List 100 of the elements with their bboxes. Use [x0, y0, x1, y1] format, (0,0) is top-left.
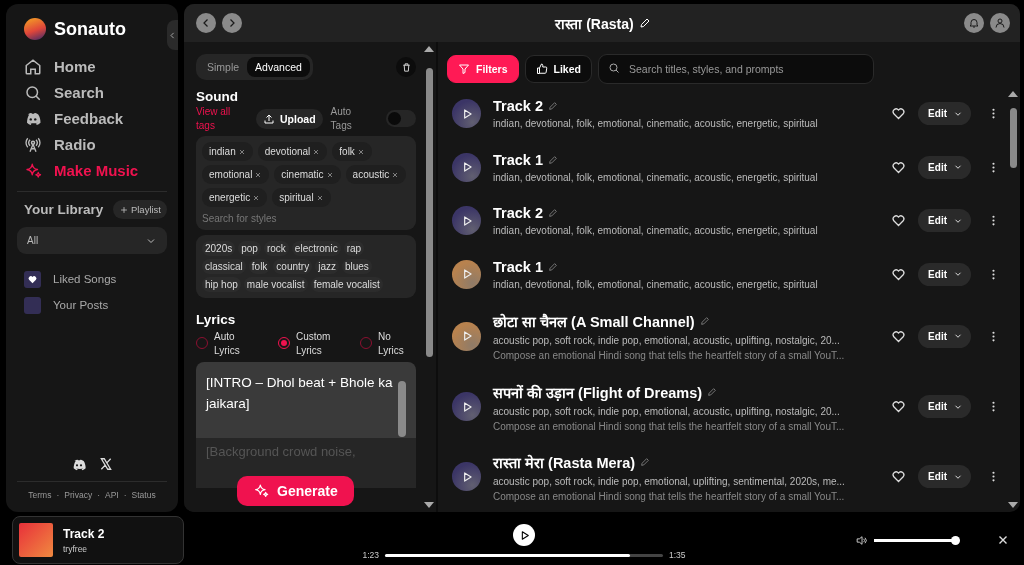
auto-tags-toggle[interactable] [386, 110, 416, 127]
play-button[interactable] [452, 321, 481, 351]
edit-button[interactable]: Edit [918, 262, 971, 286]
style-tag[interactable]: energetic [202, 188, 268, 207]
upload-button[interactable]: Upload [256, 108, 323, 129]
suggested-tag[interactable]: rock [263, 241, 289, 256]
mode-tab[interactable]: Advanced [247, 57, 310, 77]
remove-icon [315, 193, 324, 202]
play-button[interactable] [452, 99, 481, 129]
like-button[interactable] [891, 266, 907, 282]
search-field[interactable]: Search titles, styles, and prompts [597, 54, 874, 84]
edit-button[interactable]: Edit [918, 465, 971, 489]
like-button[interactable] [891, 328, 907, 344]
suggested-tag[interactable]: blues [341, 259, 372, 274]
footer-link[interactable]: Privacy [64, 490, 93, 500]
view-all-tags-link[interactable]: View all tags [196, 105, 250, 132]
play-button[interactable] [452, 152, 481, 182]
footer-link[interactable]: API [105, 490, 119, 500]
lyrics-option[interactable]: Auto Lyrics [196, 330, 252, 358]
mode-tab[interactable]: Simple [199, 57, 248, 77]
suggested-tag[interactable]: rap [343, 241, 365, 256]
footer-link[interactable]: Terms [28, 490, 52, 500]
style-tag[interactable]: devotional [257, 142, 328, 161]
generate-button[interactable]: Generate [237, 476, 354, 506]
like-button[interactable] [891, 399, 907, 415]
like-button[interactable] [891, 469, 907, 485]
forward-button[interactable] [222, 13, 242, 33]
library-item-label: Liked Songs [53, 273, 117, 285]
suggested-tag[interactable]: 2020s [202, 241, 236, 256]
library-filter-select[interactable]: All [17, 227, 167, 254]
play-button[interactable] [452, 392, 481, 422]
suggested-tag[interactable]: jazz [315, 259, 339, 274]
collapse-button[interactable] [167, 20, 178, 50]
elapsed-time: 1:23 [362, 550, 379, 560]
now-playing-artist: tryfree [63, 543, 89, 554]
library-item[interactable]: Liked Songs [24, 270, 167, 288]
footer-link[interactable]: Status [131, 490, 156, 500]
style-tag[interactable]: cinematic [274, 165, 341, 184]
style-tag[interactable]: acoustic [345, 165, 407, 184]
heart-icon [891, 469, 907, 485]
filter-button[interactable]: Filters [447, 55, 519, 83]
nav-item[interactable]: Radio [24, 134, 167, 155]
like-button[interactable] [891, 213, 907, 229]
volume-knob[interactable] [951, 535, 960, 545]
edit-button[interactable]: Edit [918, 102, 971, 126]
edit-button[interactable]: Edit [918, 324, 971, 348]
suggested-tag[interactable]: hip hop [202, 277, 241, 292]
nav-item[interactable]: Search [24, 82, 167, 103]
like-button[interactable] [891, 106, 907, 122]
nav-item[interactable]: Home [24, 56, 167, 77]
suggested-tag[interactable]: female vocalist [310, 277, 383, 292]
suggested-tag[interactable]: folk [248, 259, 271, 274]
now-playing-card[interactable]: Track 2 tryfree [12, 516, 184, 564]
track-tags: acoustic pop, soft rock, indie pop, emotional, uplifting, sentimental, 2020s, me... [493, 475, 880, 487]
edit-button[interactable]: Edit [918, 209, 971, 233]
nav-label: Search [54, 84, 105, 101]
section-title: Sound [196, 89, 239, 104]
filter-icon [458, 63, 470, 75]
new-playlist-button[interactable]: Playlist [112, 200, 167, 219]
suggested-tag[interactable]: classical [202, 259, 246, 274]
auto-tags-label: Auto Tags [330, 105, 353, 132]
profile-button[interactable] [990, 13, 1010, 33]
remove-icon [391, 170, 400, 179]
track-title: छोटा सा चैनल (A Small Channel) [493, 312, 695, 332]
play-button[interactable] [452, 462, 481, 492]
upload-icon [263, 112, 275, 125]
suggested-tag[interactable]: country [273, 259, 313, 274]
edit-button[interactable]: Edit [918, 155, 971, 179]
pencil-icon [548, 154, 558, 165]
lyrics-option[interactable]: No Lyrics [360, 330, 416, 358]
pencil-icon [548, 101, 558, 112]
play-button[interactable] [513, 524, 535, 546]
filter-button[interactable]: Liked [524, 55, 592, 83]
style-tag[interactable]: indian [202, 142, 253, 161]
style-tag[interactable]: emotional [202, 165, 270, 184]
chevron-left-icon [168, 30, 177, 40]
lyrics-option[interactable]: Custom Lyrics [278, 330, 334, 358]
logo-icon [24, 18, 46, 40]
progress-fill[interactable] [385, 553, 630, 557]
nav-item[interactable]: Feedback [24, 108, 167, 129]
library-item[interactable]: Your Posts [24, 296, 167, 314]
play-button[interactable] [452, 259, 481, 289]
play-button[interactable] [452, 206, 481, 236]
suggested-tag[interactable]: pop [238, 241, 261, 256]
nav-item[interactable]: Make Music [24, 160, 167, 181]
lyrics-field[interactable]: [INTRO – Dhol beat + Bhole ka jaikara] [196, 362, 416, 438]
track-title: Track 2 [493, 98, 543, 115]
style-tag[interactable]: spiritual [272, 188, 331, 207]
track-title: रास्ता मेरा (Rasta Mera) [493, 453, 636, 472]
option-label: Custom Lyrics [296, 330, 332, 358]
notifications-button[interactable] [964, 13, 984, 33]
style-tag[interactable]: folk [332, 142, 372, 161]
delete-button[interactable] [396, 57, 416, 77]
suggested-tag[interactable]: male vocalist [243, 277, 308, 292]
suggested-tag[interactable]: electronic [291, 241, 341, 256]
like-button[interactable] [891, 159, 907, 175]
edit-button[interactable]: Edit [918, 395, 971, 419]
back-button[interactable] [196, 13, 216, 33]
track-tags: acoustic pop, soft rock, indie pop, emotional, acoustic, uplifting, nostalgic, 20... [493, 405, 880, 417]
style-tags-field[interactable]: indian devotional folk emotional cinematic acoustic energetic spiritual Search for styles [196, 136, 416, 230]
